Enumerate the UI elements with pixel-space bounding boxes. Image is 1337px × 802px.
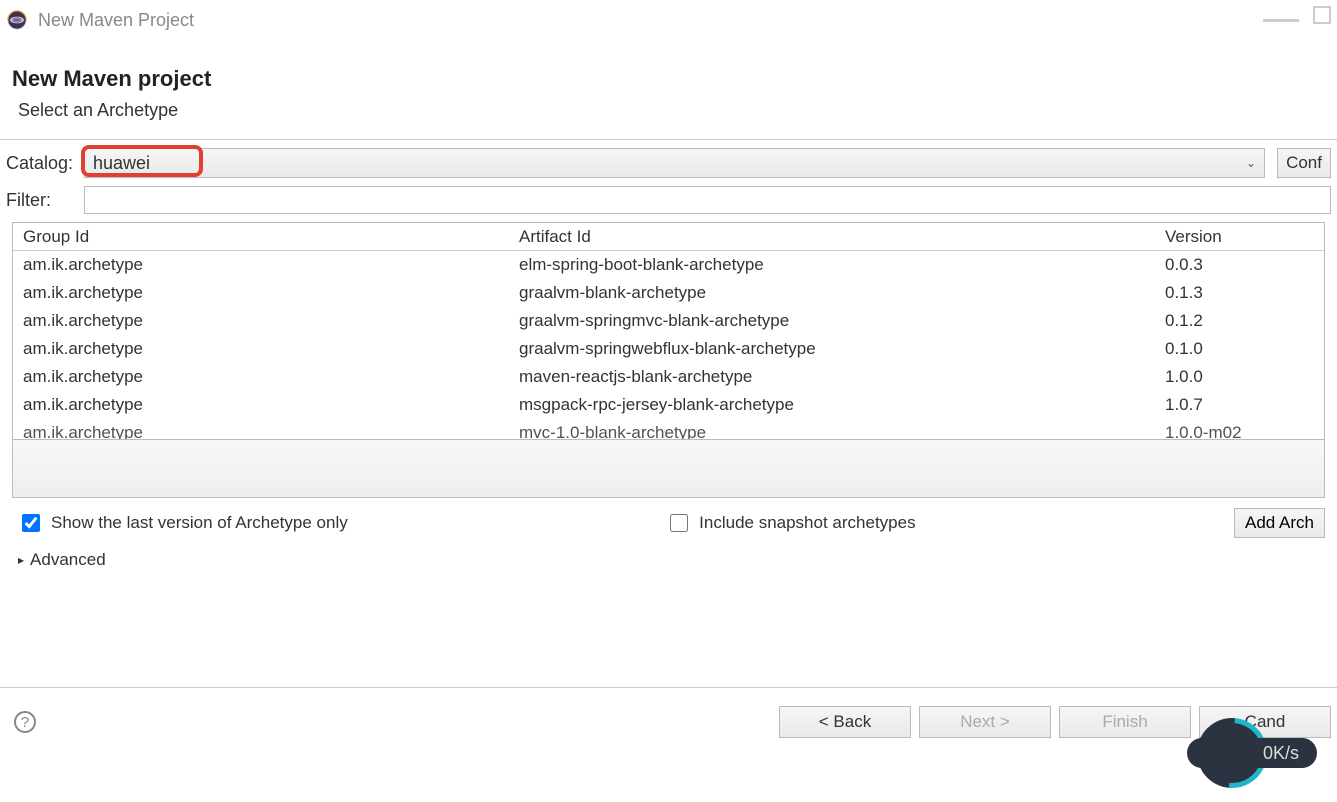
show-last-version-checkbox[interactable]: Show the last version of Archetype only: [18, 511, 348, 535]
table-row[interactable]: am.ik.archetype graalvm-springwebflux-bl…: [13, 335, 1324, 363]
include-snapshot-checkbox[interactable]: Include snapshot archetypes: [666, 511, 915, 535]
add-archetype-button[interactable]: Add Arch: [1234, 508, 1325, 538]
archetype-table[interactable]: Group Id Artifact Id Version am.ik.arche…: [12, 222, 1325, 440]
page-subtitle: Select an Archetype: [18, 100, 1325, 121]
wizard-header: New Maven project Select an Archetype: [0, 40, 1337, 139]
catalog-select[interactable]: huawei ⌄: [84, 148, 1265, 178]
button-bar: ? < Back Next > Finish Cand: [0, 687, 1337, 738]
options-row: Show the last version of Archetype only …: [6, 498, 1331, 542]
form-area: Catalog: huawei ⌄ Conf Filter: Group Id …: [0, 139, 1337, 570]
minimize-icon[interactable]: [1263, 14, 1299, 22]
network-speed-pill: 0K/s: [1187, 738, 1317, 768]
table-row[interactable]: am.ik.archetype mvc-1.0-blank-archetype …: [13, 419, 1324, 440]
show-last-version-label: Show the last version of Archetype only: [51, 513, 348, 533]
network-speed-value: 0K/s: [1263, 743, 1299, 764]
advanced-label: Advanced: [30, 550, 106, 570]
table-row[interactable]: am.ik.archetype elm-spring-boot-blank-ar…: [13, 251, 1324, 279]
include-snapshot-label: Include snapshot archetypes: [699, 513, 915, 533]
show-last-version-input[interactable]: [22, 514, 40, 532]
col-header-version[interactable]: Version: [1161, 227, 1324, 247]
col-header-artifact[interactable]: Artifact Id: [515, 227, 1161, 247]
table-header: Group Id Artifact Id Version: [13, 223, 1324, 251]
table-row[interactable]: am.ik.archetype maven-reactjs-blank-arch…: [13, 363, 1324, 391]
filter-label: Filter:: [6, 190, 82, 211]
finish-button[interactable]: Finish: [1059, 706, 1191, 738]
nav-buttons: < Back Next > Finish Cand: [779, 706, 1331, 738]
table-row[interactable]: am.ik.archetype graalvm-springmvc-blank-…: [13, 307, 1324, 335]
triangle-right-icon: ▸: [18, 553, 24, 567]
window-controls: [1263, 6, 1331, 24]
configure-button[interactable]: Conf: [1277, 148, 1331, 178]
filter-input[interactable]: [84, 186, 1331, 214]
titlebar[interactable]: New Maven Project: [0, 0, 1337, 40]
catalog-label: Catalog:: [6, 153, 82, 174]
catalog-row: Catalog: huawei ⌄ Conf: [6, 148, 1331, 178]
col-header-group[interactable]: Group Id: [13, 227, 515, 247]
include-snapshot-input[interactable]: [670, 514, 688, 532]
table-row[interactable]: am.ik.archetype graalvm-blank-archetype …: [13, 279, 1324, 307]
help-icon[interactable]: ?: [14, 711, 36, 733]
advanced-toggle[interactable]: ▸ Advanced: [6, 542, 1331, 570]
cancel-button[interactable]: Cand: [1199, 706, 1331, 738]
catalog-value: huawei: [93, 153, 150, 174]
back-button[interactable]: < Back: [779, 706, 911, 738]
maximize-icon[interactable]: [1313, 6, 1331, 24]
filter-row: Filter:: [6, 186, 1331, 214]
chevron-down-icon: ⌄: [1246, 156, 1256, 170]
dialog-window: New Maven Project New Maven project Sele…: [0, 0, 1337, 758]
description-box: [12, 440, 1325, 498]
eclipse-icon: [6, 9, 28, 31]
window-title: New Maven Project: [38, 10, 194, 31]
next-button[interactable]: Next >: [919, 706, 1051, 738]
table-row[interactable]: am.ik.archetype msgpack-rpc-jersey-blank…: [13, 391, 1324, 419]
page-title: New Maven project: [12, 66, 1325, 92]
